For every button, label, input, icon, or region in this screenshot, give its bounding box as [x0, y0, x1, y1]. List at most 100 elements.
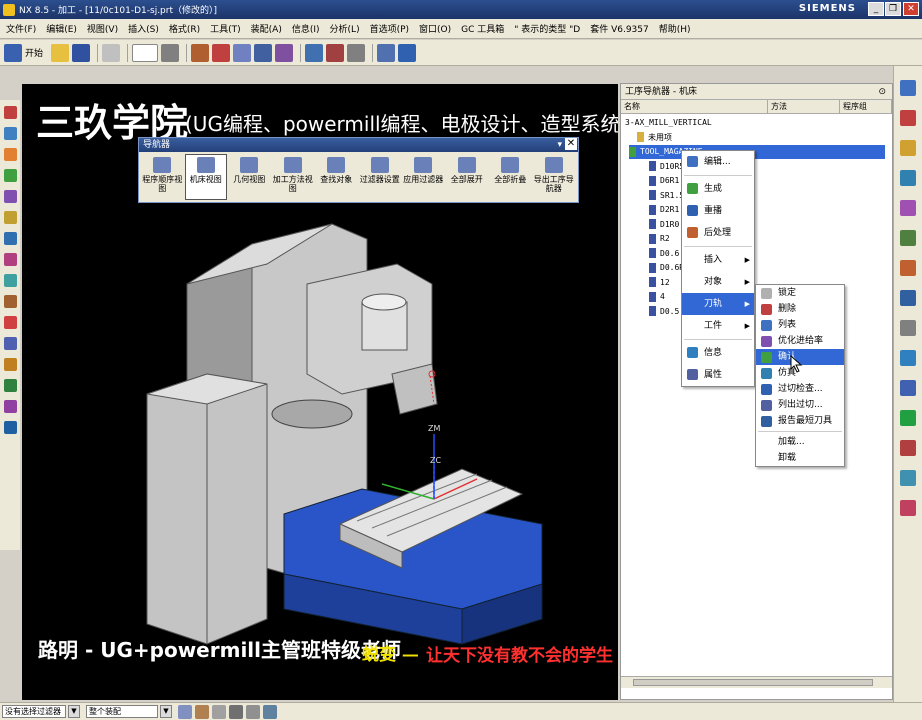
display-icon[interactable] [212, 43, 231, 62]
process-studio-icon[interactable] [900, 290, 916, 306]
history-icon[interactable] [900, 260, 916, 276]
navigator-view-button[interactable]: 程序顺序视图 [141, 154, 184, 200]
context-menu-item[interactable]: 插入 ▶ [682, 249, 754, 271]
filter-icon[interactable] [326, 43, 345, 62]
tree-row[interactable]: SR1.5 [649, 189, 684, 203]
submenu-item[interactable]: 卸载 [756, 450, 844, 466]
history-navigator-icon[interactable] [900, 440, 916, 456]
tree-row[interactable]: R2 [649, 232, 670, 246]
open-icon[interactable] [51, 43, 70, 62]
submenu-item[interactable]: 报告最短刀具 [756, 413, 844, 429]
menu-item[interactable]: GC 工具箱 [461, 22, 504, 35]
edit-icon[interactable] [4, 316, 17, 329]
text-icon[interactable] [254, 43, 273, 62]
snap-end-icon[interactable] [212, 704, 226, 719]
menu-item[interactable]: 视图(V) [87, 22, 118, 35]
navigator-view-button[interactable]: 全部展开 [446, 154, 489, 200]
measure-icon[interactable] [4, 379, 17, 392]
part-navigator-icon[interactable] [900, 140, 916, 156]
menu-item[interactable]: 编辑(E) [46, 22, 77, 35]
tree-row[interactable]: TOOL_MAGAZINE [629, 145, 885, 159]
submenu-item[interactable]: 锁定 [756, 285, 844, 301]
snap-icon[interactable] [191, 43, 210, 62]
column-program[interactable]: 程序组 [840, 100, 892, 113]
menu-item[interactable]: 套件 V6.9357 [590, 22, 649, 35]
menu-item[interactable]: " 表示的类型 "D [514, 22, 580, 35]
point-icon[interactable] [4, 127, 17, 140]
move-icon[interactable] [4, 295, 17, 308]
layer-icon[interactable] [4, 358, 17, 371]
horizontal-scrollbar[interactable] [621, 676, 892, 688]
sketch-icon[interactable] [4, 169, 17, 182]
column-name[interactable]: 名称 [621, 100, 768, 113]
navigator-view-button[interactable]: 查找对象 [315, 154, 358, 200]
selection-scope[interactable]: 整个装配 [86, 705, 158, 718]
submenu-item[interactable]: 加载... [756, 434, 844, 450]
machine-tool-icon[interactable] [900, 410, 916, 426]
context-menu-item[interactable]: 刀轨 ▶ [682, 293, 754, 315]
select-filter-icon[interactable] [178, 704, 192, 719]
team-center-icon[interactable] [900, 470, 916, 486]
chevron-down-icon[interactable]: ▼ [68, 705, 80, 718]
context-menu-item[interactable]: 重播 [682, 200, 754, 222]
operation-navigator-icon[interactable] [900, 380, 916, 396]
view-rotate-icon[interactable] [263, 704, 277, 719]
trim-icon[interactable] [4, 274, 17, 287]
undo-icon[interactable] [102, 43, 121, 62]
menu-item[interactable]: 首选项(P) [370, 22, 409, 35]
settings-icon[interactable] [347, 43, 366, 62]
context-menu-item[interactable]: 编辑... [682, 151, 754, 173]
tree-row[interactable]: 3-AX_MILL_VERTICAL [625, 116, 712, 130]
scrollbar-thumb[interactable] [633, 679, 873, 686]
menu-item[interactable]: 信息(I) [292, 22, 320, 35]
context-menu-item[interactable]: 属性 [682, 364, 754, 386]
tree-row[interactable]: 4 [649, 290, 665, 304]
tree-row[interactable]: D0.6 [649, 247, 679, 261]
snap-mid-icon[interactable] [229, 704, 243, 719]
blend-icon[interactable] [4, 253, 17, 266]
navigator-view-button[interactable]: 加工方法视图 [272, 154, 315, 200]
reuse-library-icon[interactable] [900, 170, 916, 186]
navigator-toolbar-header[interactable]: 导航器 ▾ ✕ [139, 138, 578, 152]
measure-icon[interactable] [233, 43, 252, 62]
navigator-view-button[interactable]: 几何视图 [228, 154, 271, 200]
submenu-item[interactable]: 优化进给率 [756, 333, 844, 349]
menu-item[interactable]: 装配(A) [251, 22, 282, 35]
context-menu-item[interactable]: 工件 ▶ [682, 315, 754, 337]
layer-select[interactable] [132, 43, 159, 62]
visual-report-icon[interactable] [900, 500, 916, 516]
plane-icon[interactable] [4, 232, 17, 245]
assembly-navigator-icon[interactable] [900, 80, 916, 96]
tree-row[interactable]: D2R1 [649, 203, 679, 217]
snap-point-icon[interactable] [195, 704, 209, 719]
chevron-down-icon[interactable]: ▼ [160, 705, 172, 718]
minimize-button[interactable]: _ [868, 2, 884, 16]
context-menu-item[interactable]: 后处理 [682, 222, 754, 244]
start-icon[interactable] [4, 43, 22, 62]
menu-item[interactable]: 文件(F) [6, 22, 36, 35]
navigator-view-button[interactable]: 导出工序导航器 [533, 154, 576, 200]
system-scene-icon[interactable] [900, 350, 916, 366]
search-icon[interactable] [398, 43, 417, 62]
close-icon[interactable]: ✕ [565, 138, 577, 150]
close-button[interactable]: ✕ [903, 2, 919, 16]
color-icon[interactable] [4, 400, 17, 413]
menu-item[interactable]: 工具(T) [210, 22, 241, 35]
roles-icon[interactable] [900, 320, 916, 336]
wcs-icon[interactable] [4, 106, 17, 119]
restore-button[interactable]: ❐ [885, 2, 901, 16]
column-method[interactable]: 方法 [768, 100, 840, 113]
tree-row[interactable]: D0.5 [649, 305, 679, 319]
context-menu-item[interactable]: 生成 [682, 178, 754, 200]
context-menu-item[interactable]: 信息 [682, 342, 754, 364]
tree-row[interactable]: 12 [649, 276, 670, 290]
navigator-view-button[interactable]: 全部折叠 [489, 154, 532, 200]
selection-filter[interactable]: 没有选择过滤器 [2, 705, 66, 718]
chevron-down-icon[interactable]: ▾ [557, 138, 562, 152]
analysis-icon[interactable] [275, 43, 294, 62]
grid-icon[interactable] [305, 43, 324, 62]
ncm-icon[interactable] [4, 421, 17, 434]
submenu-item[interactable]: 列表 [756, 317, 844, 333]
tree-row[interactable]: 未用项 [637, 131, 672, 145]
tree-row[interactable]: D6R1 [649, 174, 679, 188]
